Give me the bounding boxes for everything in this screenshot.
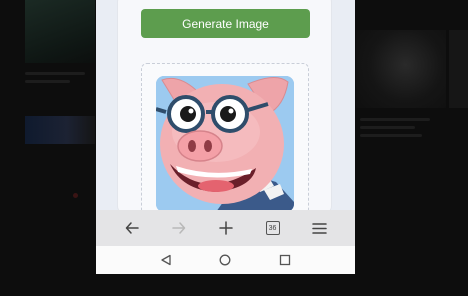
phone-screen: Generate Image 36 xyxy=(96,0,355,274)
pig-illustration xyxy=(156,76,294,212)
arrow-right-icon xyxy=(171,222,185,234)
screen: Generate Image 36 xyxy=(0,0,468,296)
background-text-line xyxy=(360,126,415,129)
background-thumbnail xyxy=(25,0,95,63)
browser-toolbar: 36 xyxy=(96,210,355,246)
web-page: Generate Image xyxy=(96,0,355,215)
generated-image[interactable] xyxy=(156,76,294,212)
background-text-line xyxy=(25,80,70,83)
background-thumbnail xyxy=(449,30,468,108)
system-navigation-bar xyxy=(96,246,355,274)
background-thumbnail xyxy=(25,116,95,144)
circle-home-icon xyxy=(220,254,231,266)
tabs-button[interactable]: 36 xyxy=(259,214,287,242)
plus-icon xyxy=(218,221,233,235)
background-thumbnail xyxy=(356,30,446,108)
generate-image-button[interactable]: Generate Image xyxy=(141,9,310,38)
triangle-back-icon xyxy=(161,254,171,266)
menu-button[interactable] xyxy=(306,214,334,242)
system-recents-button[interactable] xyxy=(271,246,299,274)
tab-count-badge: 36 xyxy=(265,221,280,235)
system-home-button[interactable] xyxy=(211,246,239,274)
square-recents-icon xyxy=(279,254,291,266)
back-button[interactable] xyxy=(118,214,146,242)
system-back-button[interactable] xyxy=(152,246,180,274)
hamburger-menu-icon xyxy=(312,222,327,234)
new-tab-button[interactable] xyxy=(212,214,240,242)
background-text-line xyxy=(360,134,422,137)
arrow-left-icon xyxy=(125,222,139,234)
background-dot xyxy=(73,193,78,198)
background-text-line xyxy=(360,118,430,121)
background-text-line xyxy=(25,72,85,75)
forward-button[interactable] xyxy=(165,214,193,242)
